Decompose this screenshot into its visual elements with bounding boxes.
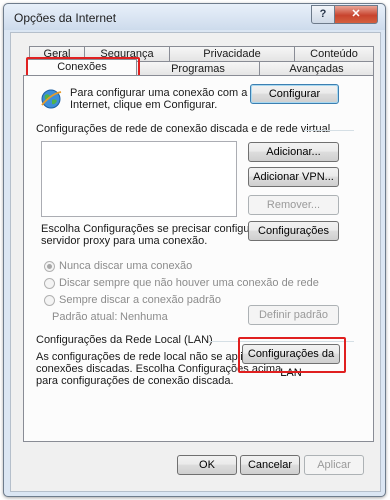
dialup-section-title: Configurações de rede de conexão discada… bbox=[36, 123, 331, 135]
internet-globe-icon bbox=[41, 89, 62, 109]
window-title: Opções da Internet bbox=[14, 11, 117, 25]
configure-button[interactable]: Configurar bbox=[250, 84, 339, 104]
tab-programas[interactable]: Programas bbox=[136, 61, 260, 76]
tab-avancadas[interactable]: Avançadas bbox=[259, 61, 374, 76]
radio-dial-when-no-network-label: Discar sempre que não houver uma conexão… bbox=[59, 277, 319, 289]
ok-button[interactable]: OK bbox=[177, 455, 237, 475]
setup-text-line2: Internet, clique em Configurar. bbox=[70, 99, 218, 111]
help-button[interactable]: ? bbox=[311, 5, 335, 24]
current-default-label: Padrão atual: bbox=[52, 311, 118, 323]
add-vpn-button[interactable]: Adicionar VPN... bbox=[248, 167, 339, 187]
title-bar[interactable]: Opções da Internet ? ✕ bbox=[4, 4, 385, 30]
close-button[interactable]: ✕ bbox=[334, 5, 378, 24]
lan-section-title: Configurações da Rede Local (LAN) bbox=[36, 334, 213, 346]
cancel-button[interactable]: Cancelar bbox=[240, 455, 300, 475]
radio-never-dial-label: Nunca discar uma conexão bbox=[59, 260, 193, 272]
set-default-button[interactable]: Definir padrão bbox=[248, 305, 339, 325]
connections-listbox[interactable] bbox=[41, 141, 237, 217]
dialup-divider bbox=[304, 130, 354, 131]
current-default-value: Nenhuma bbox=[120, 311, 168, 323]
tab-conexoes[interactable]: Conexões bbox=[27, 59, 137, 76]
lan-text-line3: para configurações de conexão discada. bbox=[36, 375, 234, 387]
radio-never-dial[interactable] bbox=[44, 261, 55, 272]
settings-button[interactable]: Configurações bbox=[248, 221, 339, 241]
radio-always-dial-default[interactable] bbox=[44, 295, 55, 306]
radio-dial-when-no-network[interactable] bbox=[44, 278, 55, 289]
internet-options-dialog: Opções da Internet ? ✕ Geral Segurança P… bbox=[3, 3, 386, 497]
tab-privacidade[interactable]: Privacidade bbox=[169, 46, 295, 61]
remove-button[interactable]: Remover... bbox=[248, 195, 339, 215]
radio-always-dial-default-label: Sempre discar a conexão padrão bbox=[59, 294, 222, 306]
tab-conteudo[interactable]: Conteúdo bbox=[294, 46, 374, 61]
proxy-note-line2: servidor proxy para uma conexão. bbox=[41, 235, 208, 247]
add-button[interactable]: Adicionar... bbox=[248, 142, 339, 162]
apply-button[interactable]: Aplicar bbox=[304, 455, 364, 475]
lan-divider bbox=[209, 341, 354, 342]
lan-settings-button[interactable]: Configurações da LAN bbox=[242, 344, 340, 379]
